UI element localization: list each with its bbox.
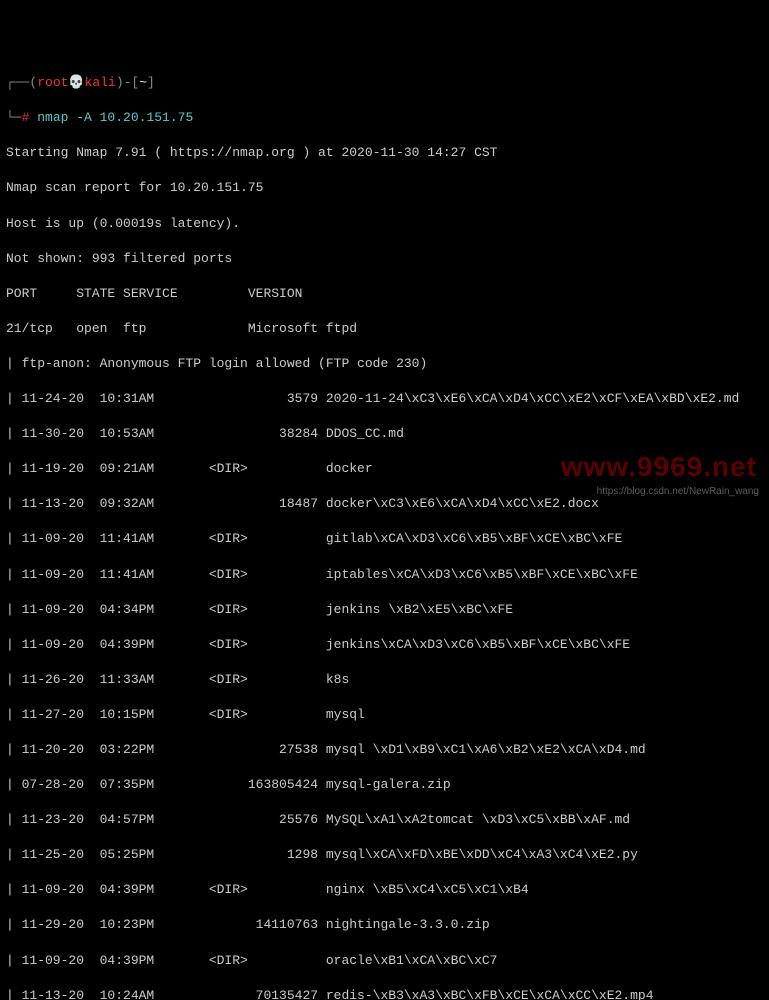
- list-item: | 11-09-20 04:39PM <DIR> oracle\xB1\xCA\…: [6, 952, 763, 970]
- list-item: | 11-09-20 04:34PM <DIR> jenkins \xB2\xE…: [6, 601, 763, 619]
- list-item: | 11-09-20 11:41AM <DIR> gitlab\xCA\xD3\…: [6, 530, 763, 548]
- list-item: | 07-28-20 07:35PM 163805424 mysql-galer…: [6, 776, 763, 794]
- list-item: | 11-27-20 10:15PM <DIR> mysql: [6, 706, 763, 724]
- list-item: | 11-20-20 03:22PM 27538 mysql \xD1\xB9\…: [6, 741, 763, 759]
- list-item: | 11-30-20 10:53AM 38284 DDOS_CC.md: [6, 425, 763, 443]
- prompt-close: )-[: [116, 75, 139, 90]
- nmap-host: Host is up (0.00019s latency).: [6, 215, 763, 233]
- nmap-start: Starting Nmap 7.91 ( https://nmap.org ) …: [6, 144, 763, 162]
- ftp-anon: | ftp-anon: Anonymous FTP login allowed …: [6, 355, 763, 373]
- list-item: | 11-19-20 09:21AM <DIR> docker: [6, 460, 763, 478]
- prompt-open: ┌──(: [6, 75, 37, 90]
- list-item: | 11-09-20 04:39PM <DIR> jenkins\xCA\xD3…: [6, 636, 763, 654]
- list-item: | 11-09-20 11:41AM <DIR> iptables\xCA\xD…: [6, 566, 763, 584]
- nmap-report: Nmap scan report for 10.20.151.75: [6, 179, 763, 197]
- prompt-line-1: ┌──(root💀kali)-[~]: [6, 74, 763, 92]
- list-item: | 11-29-20 10:23PM 14110763 nightingale-…: [6, 916, 763, 934]
- list-item: | 11-24-20 10:31AM 3579 2020-11-24\xC3\x…: [6, 390, 763, 408]
- prompt-line-2[interactable]: └─# nmap -A 10.20.151.75: [6, 109, 763, 127]
- list-item: | 11-23-20 04:57PM 25576 MySQL\xA1\xA2to…: [6, 811, 763, 829]
- prompt-user: root💀kali: [37, 75, 116, 90]
- list-item: | 11-26-20 11:33AM <DIR> k8s: [6, 671, 763, 689]
- prompt-path: ~: [139, 75, 147, 90]
- nmap-notshown: Not shown: 993 filtered ports: [6, 250, 763, 268]
- nmap-columns: PORT STATE SERVICE VERSION: [6, 285, 763, 303]
- prompt-l2-prefix: └─: [6, 110, 22, 125]
- command-input[interactable]: nmap -A 10.20.151.75: [29, 110, 193, 125]
- prompt-end: ]: [147, 75, 155, 90]
- list-item: | 11-09-20 04:39PM <DIR> nginx \xB5\xC4\…: [6, 881, 763, 899]
- list-item: | 11-13-20 10:24AM 70135427 redis-\xB3\x…: [6, 987, 763, 1000]
- list-item: | 11-25-20 05:25PM 1298 mysql\xCA\xFD\xB…: [6, 846, 763, 864]
- list-item: | 11-13-20 09:32AM 18487 docker\xC3\xE6\…: [6, 495, 763, 513]
- port-21: 21/tcp open ftp Microsoft ftpd: [6, 320, 763, 338]
